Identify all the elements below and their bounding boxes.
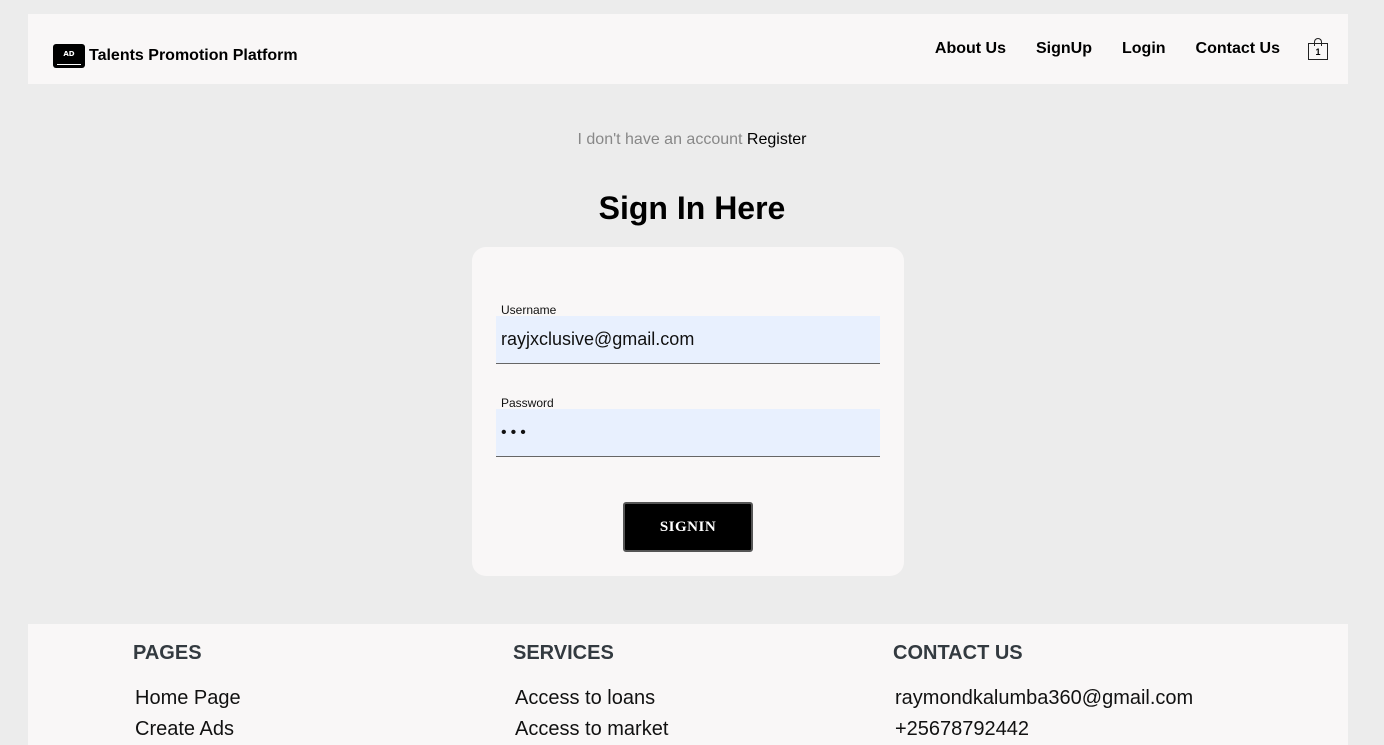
signin-button[interactable]: SIGNIN bbox=[623, 502, 753, 552]
password-input[interactable] bbox=[496, 409, 880, 457]
footer-link-create-ads[interactable]: Create Ads bbox=[135, 714, 241, 745]
nav-about-us[interactable]: About Us bbox=[935, 40, 1006, 58]
nav-signup[interactable]: SignUp bbox=[1036, 40, 1092, 58]
cart-count: 1 bbox=[1315, 47, 1321, 57]
signin-card: Username Password SIGNIN bbox=[472, 247, 904, 576]
footer-contact-title: CONTACT US bbox=[893, 642, 1023, 664]
username-input[interactable] bbox=[496, 316, 880, 364]
footer-link-access-to-market[interactable]: Access to market bbox=[515, 714, 668, 745]
ad-logo-icon: AD bbox=[53, 44, 85, 68]
footer-services: SERVICES Access to loans Access to marke… bbox=[513, 642, 668, 745]
shopping-bag-icon[interactable]: 1 bbox=[1308, 38, 1328, 60]
footer: PAGES Home Page Create Ads SERVICES Acce… bbox=[28, 624, 1348, 745]
password-label: Password bbox=[501, 396, 554, 410]
nav-login[interactable]: Login bbox=[1122, 40, 1166, 58]
account-prompt: I don't have an account Register bbox=[0, 131, 1384, 149]
footer-link-home-page[interactable]: Home Page bbox=[135, 683, 241, 714]
footer-contact: CONTACT US raymondkalumba360@gmail.com +… bbox=[893, 642, 1193, 745]
register-link[interactable]: Register bbox=[747, 131, 807, 148]
no-account-text: I don't have an account bbox=[577, 131, 743, 148]
brand[interactable]: AD Talents Promotion Platform bbox=[53, 44, 298, 68]
footer-services-title: SERVICES bbox=[513, 642, 614, 664]
username-label: Username bbox=[501, 303, 557, 317]
footer-pages-title: PAGES bbox=[133, 642, 202, 664]
nav-contact-us[interactable]: Contact Us bbox=[1196, 40, 1280, 58]
footer-pages: PAGES Home Page Create Ads bbox=[133, 642, 241, 745]
top-navbar: AD Talents Promotion Platform About Us S… bbox=[28, 14, 1348, 84]
logo-text: AD bbox=[63, 50, 75, 58]
main-nav: About Us SignUp Login Contact Us 1 bbox=[905, 38, 1328, 60]
footer-contact-email[interactable]: raymondkalumba360@gmail.com bbox=[895, 683, 1193, 714]
footer-link-access-to-loans[interactable]: Access to loans bbox=[515, 683, 668, 714]
footer-contact-phone[interactable]: +25678792442 bbox=[895, 714, 1193, 745]
page-title: Sign In Here bbox=[598, 190, 786, 226]
brand-name: Talents Promotion Platform bbox=[89, 47, 298, 64]
